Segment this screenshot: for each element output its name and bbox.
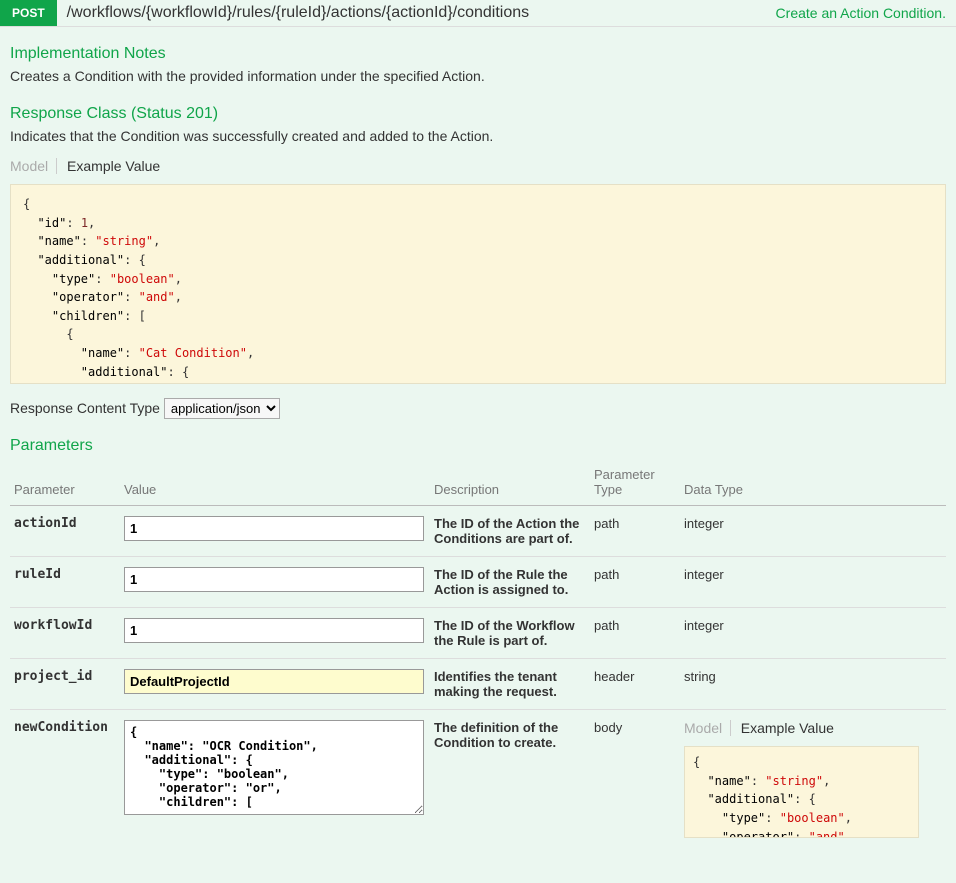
- param-description: Identifies the tenant making the request…: [430, 659, 590, 710]
- param-data-type: integer: [680, 557, 946, 608]
- response-class-text: Indicates that the Condition was success…: [10, 127, 946, 147]
- param-type: path: [590, 506, 680, 557]
- param-type: header: [590, 659, 680, 710]
- param-value-input[interactable]: [124, 516, 424, 541]
- param-description: The ID of the Rule the Action is assigne…: [430, 557, 590, 608]
- param-type: path: [590, 608, 680, 659]
- http-method-badge: POST: [0, 0, 57, 26]
- param-description: The ID of the Action the Conditions are …: [430, 506, 590, 557]
- operation-summary[interactable]: Create an Action Condition.: [776, 5, 956, 21]
- tab-example-value[interactable]: Example Value: [741, 720, 834, 736]
- response-content-type-select[interactable]: application/json: [164, 398, 280, 419]
- param-description: The definition of the Condition to creat…: [430, 710, 590, 849]
- param-data-type: string: [680, 659, 946, 710]
- param-name: workflowId: [10, 608, 120, 659]
- implementation-notes-text: Creates a Condition with the provided in…: [10, 67, 946, 87]
- tab-model[interactable]: Model: [10, 158, 57, 174]
- endpoint-path[interactable]: /workflows/{workflowId}/rules/{ruleId}/a…: [57, 4, 776, 22]
- th-description: Description: [430, 461, 590, 506]
- response-class-heading: Response Class (Status 201): [10, 105, 946, 123]
- th-value: Value: [120, 461, 430, 506]
- param-name: newCondition: [10, 710, 120, 849]
- param-body-textarea[interactable]: [124, 720, 424, 815]
- operation-header: POST /workflows/{workflowId}/rules/{rule…: [0, 0, 956, 27]
- tab-model[interactable]: Model: [684, 720, 731, 736]
- table-row: actionId The ID of the Action the Condit…: [10, 506, 946, 557]
- parameters-table: Parameter Value Description Parameter Ty…: [10, 461, 946, 848]
- param-name: ruleId: [10, 557, 120, 608]
- param-data-type: integer: [680, 506, 946, 557]
- th-data-type: Data Type: [680, 461, 946, 506]
- th-parameter-type: Parameter Type: [590, 461, 680, 506]
- table-row: newCondition The definition of the Condi…: [10, 710, 946, 849]
- param-type: path: [590, 557, 680, 608]
- response-tabs: Model Example Value: [10, 158, 946, 174]
- table-row: workflowId The ID of the Workflow the Ru…: [10, 608, 946, 659]
- table-row: ruleId The ID of the Rule the Action is …: [10, 557, 946, 608]
- param-value-input[interactable]: [124, 669, 424, 694]
- response-example-json[interactable]: { "id": 1, "name": "string", "additional…: [10, 184, 946, 384]
- param-value-input[interactable]: [124, 618, 424, 643]
- param-type: body: [590, 710, 680, 849]
- param-data-type: integer: [680, 608, 946, 659]
- body-example-json[interactable]: { "name": "string", "additional": { "typ…: [684, 746, 919, 838]
- body-datatype-box: Model Example Value { "name": "string", …: [684, 720, 940, 838]
- implementation-notes-heading: Implementation Notes: [10, 45, 946, 63]
- parameters-heading: Parameters: [10, 437, 946, 455]
- param-value-input[interactable]: [124, 567, 424, 592]
- tab-example-value[interactable]: Example Value: [67, 158, 160, 174]
- param-description: The ID of the Workflow the Rule is part …: [430, 608, 590, 659]
- table-row: project_id Identifies the tenant making …: [10, 659, 946, 710]
- param-name: actionId: [10, 506, 120, 557]
- response-content-type-label: Response Content Type: [10, 400, 160, 416]
- param-name: project_id: [10, 659, 120, 710]
- th-parameter: Parameter: [10, 461, 120, 506]
